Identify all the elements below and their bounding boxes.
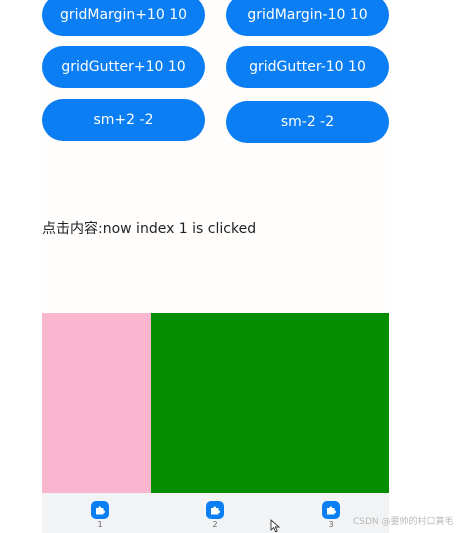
tab-1-label: 1 <box>97 520 103 529</box>
grid-gutter-minus-button[interactable]: gridGutter-10 10 <box>226 46 389 88</box>
grid-margin-plus-button[interactable]: gridMargin+10 10 <box>42 0 205 36</box>
click-status-text: 点击内容:now index 1 is clicked <box>42 221 257 237</box>
tab-3[interactable]: 3 <box>301 493 361 533</box>
grid-col-pink[interactable] <box>42 313 151 493</box>
puzzle-icon <box>206 501 224 519</box>
grid-margin-minus-button[interactable]: gridMargin-10 10 <box>226 0 389 36</box>
puzzle-icon <box>322 501 340 519</box>
grid-col-green[interactable] <box>151 313 389 493</box>
tab-1[interactable]: 1 <box>70 493 130 533</box>
app-content: gridMargin+10 10 gridMargin-10 10 gridGu… <box>42 0 389 533</box>
sm-minus-button[interactable]: sm-2 -2 <box>226 101 389 143</box>
mouse-cursor-icon <box>270 519 281 533</box>
sm-plus-button[interactable]: sm+2 -2 <box>42 99 205 141</box>
tab-bar: 1 2 3 <box>42 493 389 533</box>
tab-3-label: 3 <box>328 520 334 529</box>
puzzle-icon <box>91 501 109 519</box>
tab-2-label: 2 <box>212 520 218 529</box>
grid-gutter-plus-button[interactable]: gridGutter+10 10 <box>42 46 205 88</box>
tab-2[interactable]: 2 <box>185 493 245 533</box>
watermark: CSDN @要帅的村口黄毛 <box>353 517 454 527</box>
